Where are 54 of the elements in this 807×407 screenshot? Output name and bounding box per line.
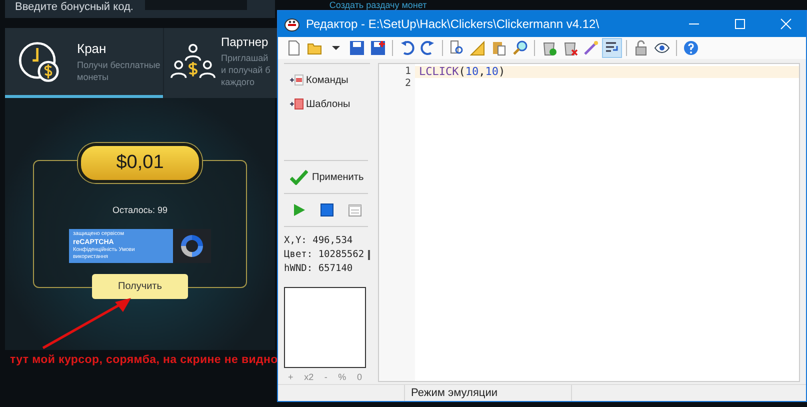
bonus-code-label: Введите бонусный код. (15, 0, 134, 14)
tab-title: Кран (77, 40, 108, 56)
undo-icon (399, 40, 415, 56)
plus-grid-icon (290, 98, 304, 110)
color-swatch (368, 250, 370, 260)
caret-icon (332, 46, 340, 50)
line-number: 2 (404, 78, 411, 90)
padlock-icon (633, 40, 649, 56)
tab-description: Приглашай и получай б каждого (221, 52, 270, 88)
side-menu-item[interactable]: Команды (290, 74, 370, 86)
notepad-icon[interactable] (348, 203, 362, 217)
annotation-text: тут мой курсор, сорямба, на скрине не видно (9, 353, 279, 366)
tab-title: Партнер (221, 35, 270, 49)
close-icon[interactable] (780, 18, 792, 30)
maximize-icon[interactable] (734, 18, 746, 30)
stop-icon[interactable] (320, 203, 334, 217)
save-plus-icon (370, 40, 386, 56)
cursor-info: X,Y: 496,534 (284, 235, 353, 246)
plus-list-icon (290, 74, 304, 86)
cursor-info: hWND: 657140 (284, 263, 353, 274)
code-editor[interactable]: 1 2 LCLICK(10,10) (378, 63, 800, 382)
paste-icon (491, 40, 507, 56)
eye-icon (654, 40, 670, 56)
search-icon (512, 40, 528, 56)
help-icon (683, 40, 699, 56)
page-magnifier-icon (449, 40, 465, 56)
toolbar-button[interactable] (602, 38, 622, 58)
toolbar-button[interactable] (368, 38, 388, 58)
create-giveaway-link[interactable]: Создать раздачу монет (329, 0, 427, 10)
wand-icon (583, 40, 599, 56)
tab-description: Получи бесплатные монеты (77, 58, 160, 82)
side-menu-item[interactable]: Шаблоны (290, 98, 370, 110)
line-number: 1 (404, 66, 411, 78)
new-file-icon (286, 40, 302, 56)
redo-icon (420, 40, 436, 56)
status-text: Режим эмуляции (405, 385, 572, 401)
zoom-control[interactable]: + (288, 372, 294, 382)
recaptcha-icon (178, 232, 206, 260)
trash-cross-icon (562, 40, 578, 56)
app-icon (284, 16, 300, 32)
apply-button[interactable]: Применить (284, 161, 370, 193)
toolbar-button[interactable] (347, 38, 367, 58)
checkmark-icon (290, 169, 308, 185)
play-icon[interactable] (292, 203, 306, 217)
remaining-count: Осталось: 99 (112, 205, 168, 215)
cursor-info: Цвет: 10285562 (284, 249, 364, 260)
claim-button[interactable]: Получить (92, 274, 188, 299)
bonus-code-field[interactable] (145, 0, 248, 10)
triangle-ruler-icon (470, 40, 486, 56)
reward-amount: $0,01 (78, 143, 202, 183)
window-title: Редактор - E:\SetUp\Hack\Clickers\Clickermann v4.12\ (306, 17, 600, 31)
trash-check-icon (541, 40, 557, 56)
save-icon (349, 40, 365, 56)
code-line: LCLICK(10,10) (419, 65, 506, 78)
